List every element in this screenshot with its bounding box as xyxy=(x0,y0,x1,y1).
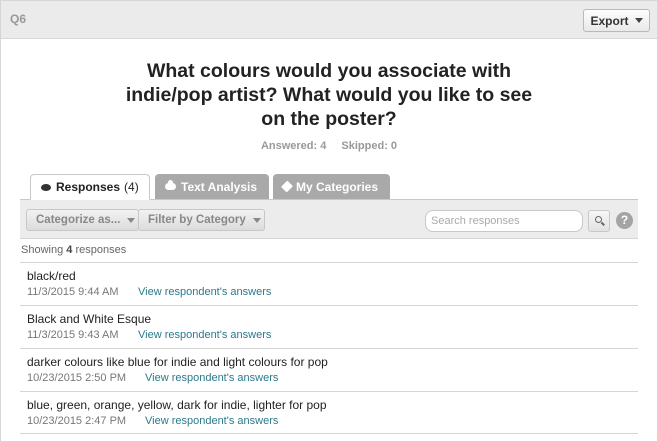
response-date: 11/3/2015 9:43 AM xyxy=(27,329,119,341)
question-title: What colours would you associate with in… xyxy=(100,59,558,131)
tag-icon xyxy=(280,180,294,193)
filter-by-category-button[interactable]: Filter by Category xyxy=(138,209,265,231)
chevron-down-icon xyxy=(634,18,643,23)
view-respondent-link[interactable]: View respondent's answers xyxy=(145,372,278,384)
response-text: Black and White Esque xyxy=(27,312,152,326)
response-date: 11/3/2015 9:44 AM xyxy=(27,286,119,298)
tab-label: Responses xyxy=(56,180,121,194)
chevron-down-icon xyxy=(252,217,261,223)
tab-my-categories[interactable]: My Categories xyxy=(273,174,390,199)
search-button[interactable] xyxy=(588,210,610,232)
response-text: blue, green, orange, yellow, dark for in… xyxy=(27,398,327,412)
question-number: Q6 xyxy=(10,12,27,26)
search-input[interactable] xyxy=(425,210,583,232)
cloud-icon xyxy=(165,180,176,190)
export-label: Export xyxy=(590,13,629,28)
answered-count: Answered: 4 xyxy=(260,140,327,152)
list-item: Black and White Esque 11/3/2015 9:43 AM … xyxy=(20,305,638,348)
view-respondent-link[interactable]: View respondent's answers xyxy=(138,329,271,341)
question-line: What colours would you associate with xyxy=(146,60,512,82)
showing-count: Showing 4 responses xyxy=(21,244,126,256)
chevron-down-icon xyxy=(127,217,136,223)
panel-header: Q6 Export xyxy=(1,1,657,39)
showing-prefix: Showing xyxy=(21,244,67,256)
response-stats: Answered: 4 Skipped: 0 xyxy=(0,140,658,152)
list-item: blue, green, orange, yellow, dark for in… xyxy=(20,391,638,434)
response-date: 10/23/2015 2:47 PM xyxy=(27,415,127,427)
responses-list: black/red 11/3/2015 9:44 AM View respond… xyxy=(20,262,638,434)
question-line: indie/pop artist? What would you like to… xyxy=(125,84,533,106)
responses-toolbar: Categorize as... Filter by Category ? xyxy=(20,199,638,239)
tab-count: (4) xyxy=(124,180,139,194)
tab-responses[interactable]: Responses (4) xyxy=(30,174,150,200)
response-text: darker colours like blue for indie and l… xyxy=(27,355,328,369)
tab-text-analysis[interactable]: Text Analysis xyxy=(155,174,269,199)
view-respondent-link[interactable]: View respondent's answers xyxy=(145,415,278,427)
list-item: black/red 11/3/2015 9:44 AM View respond… xyxy=(20,262,638,305)
button-label: Filter by Category xyxy=(148,214,246,226)
response-date: 10/23/2015 2:50 PM xyxy=(27,372,127,384)
response-text: black/red xyxy=(27,269,76,283)
tab-label: Text Analysis xyxy=(181,179,258,194)
question-line: on the poster? xyxy=(261,108,397,130)
view-respondent-link[interactable]: View respondent's answers xyxy=(138,286,271,298)
skipped-count: Skipped: 0 xyxy=(341,140,398,152)
help-icon[interactable]: ? xyxy=(616,212,633,229)
showing-suffix: responses xyxy=(72,244,127,256)
search-icon xyxy=(595,216,602,223)
tab-label: My Categories xyxy=(296,179,379,194)
button-label: Categorize as... xyxy=(36,214,121,226)
list-item: darker colours like blue for indie and l… xyxy=(20,348,638,391)
export-button[interactable]: Export xyxy=(583,9,650,32)
categorize-as-button[interactable]: Categorize as... xyxy=(26,209,139,231)
speech-bubble-icon xyxy=(41,183,51,191)
